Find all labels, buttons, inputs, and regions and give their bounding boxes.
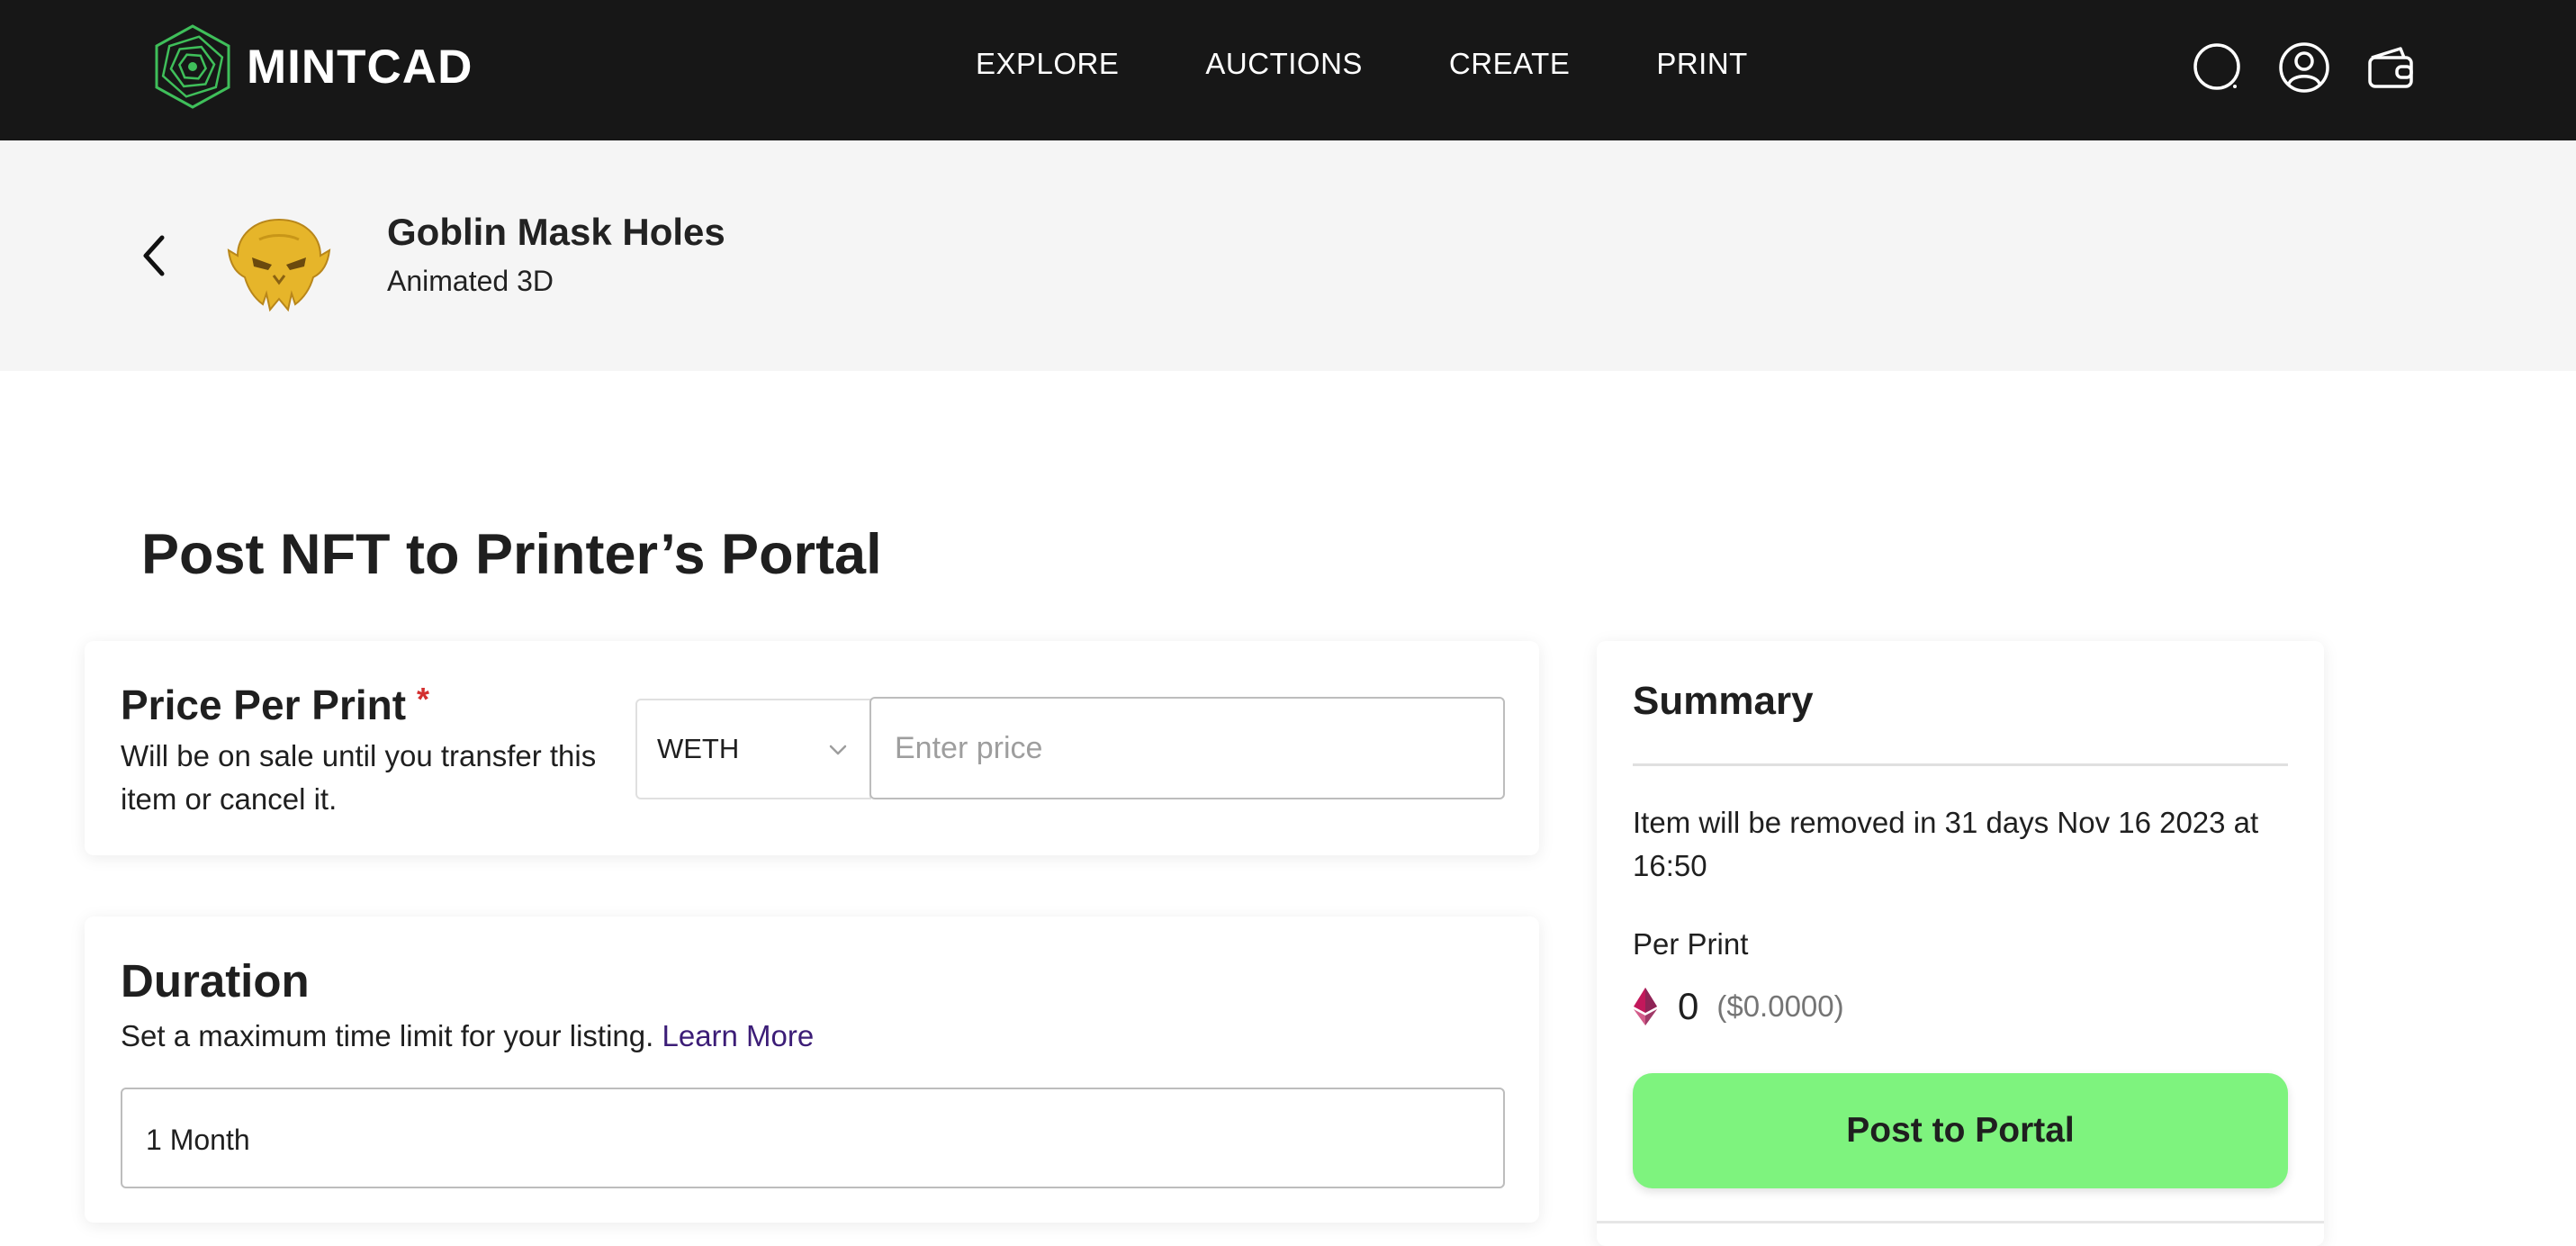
- required-marker: *: [417, 681, 430, 718]
- summary-card: Summary Item will be removed in 31 days …: [1597, 641, 2324, 1246]
- nav-explore[interactable]: EXPLORE: [976, 47, 1119, 81]
- duration-value: 1 Month: [146, 1124, 250, 1156]
- wallet-icon: [2368, 47, 2413, 88]
- nav-print[interactable]: PRINT: [1656, 47, 1748, 81]
- duration-description: Set a maximum time limit for your listin…: [121, 1019, 654, 1052]
- page-title: Post NFT to Printer’s Portal: [141, 523, 882, 586]
- price-section-heading: Price Per Print *: [121, 681, 429, 729]
- summary-divider: [1633, 763, 2288, 766]
- item-subtitle: Animated 3D: [387, 265, 554, 297]
- brand-name: MINTCAD: [247, 40, 473, 94]
- duration-description-row: Set a maximum time limit for your listin…: [121, 1019, 814, 1053]
- back-button[interactable]: [135, 229, 175, 283]
- currency-select[interactable]: WETH: [635, 699, 871, 799]
- summary-bottom-divider: [1597, 1221, 2324, 1223]
- top-navigation: MINTCAD EXPLORE AUCTIONS CREATE PRINT: [0, 0, 2576, 140]
- item-title: Goblin Mask Holes: [387, 211, 725, 253]
- item-thumbnail: [227, 216, 331, 315]
- price-description: Will be on sale until you transfer this …: [121, 739, 597, 816]
- price-card: Price Per Print * Will be on sale until y…: [85, 641, 1539, 855]
- main-menu: EXPLORE AUCTIONS CREATE PRINT: [976, 47, 1834, 81]
- price-input[interactable]: [869, 697, 1505, 799]
- learn-more-link[interactable]: Learn More: [662, 1019, 814, 1052]
- account-button[interactable]: [2277, 40, 2331, 95]
- wallet-button[interactable]: [2364, 40, 2418, 95]
- currency-value: WETH: [657, 733, 740, 764]
- brand-logo[interactable]: MINTCAD: [153, 23, 473, 110]
- price-title: Price Per Print: [121, 682, 407, 728]
- item-header: Goblin Mask Holes Animated 3D: [0, 140, 2576, 371]
- per-print-price: 0 ($0.0000): [1633, 985, 1844, 1028]
- goblin-mask-image: [227, 218, 331, 312]
- chevron-down-icon: [829, 745, 847, 755]
- nav-actions: [2158, 40, 2418, 95]
- ethereum-icon: [1634, 988, 1657, 1025]
- price-usd: ($0.0000): [1716, 989, 1844, 1023]
- price-amount: 0: [1678, 985, 1699, 1027]
- account-icon: [2279, 42, 2329, 93]
- search-button[interactable]: [2191, 40, 2245, 95]
- chevron-left-icon: [143, 235, 165, 276]
- mintcad-logo-icon: [155, 24, 230, 109]
- duration-card: Duration Set a maximum time limit for yo…: [85, 916, 1539, 1223]
- per-print-label: Per Print: [1633, 927, 1749, 961]
- summary-title: Summary: [1633, 679, 1814, 723]
- removal-note: Item will be removed in 31 days Nov 16 2…: [1633, 806, 2259, 882]
- search-icon: [2193, 43, 2240, 90]
- nav-create[interactable]: CREATE: [1449, 47, 1570, 81]
- post-to-portal-button[interactable]: Post to Portal: [1633, 1073, 2288, 1188]
- nav-auctions[interactable]: AUCTIONS: [1205, 47, 1363, 81]
- duration-title: Duration: [121, 955, 310, 1007]
- duration-select[interactable]: 1 Month: [121, 1088, 1505, 1188]
